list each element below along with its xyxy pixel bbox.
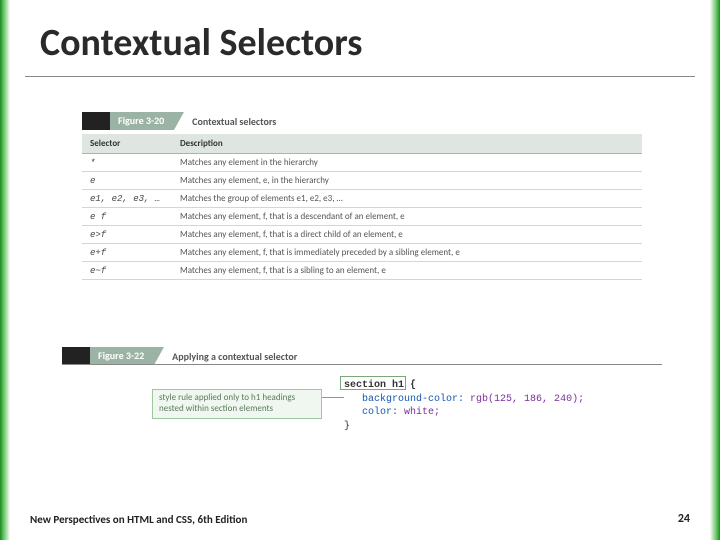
cell-selector: e>f (82, 226, 172, 244)
table-row: *Matches any element in the hierarchy (82, 154, 642, 172)
code-property: background-color: (362, 394, 464, 405)
figure-number: Figure 3-20 (110, 112, 174, 130)
footer-page-number: 24 (678, 512, 690, 526)
cell-description: Matches the group of elements e1, e2, e3… (172, 190, 642, 208)
left-accent-bar (0, 0, 10, 540)
cell-description: Matches any element, f, that is a descen… (172, 208, 642, 226)
code-value: white; (398, 407, 440, 418)
code-line: color: white; (344, 406, 584, 420)
callout-connector-line (322, 397, 344, 398)
cell-description: Matches any element in the hierarchy (172, 154, 642, 172)
figure-label-dark (82, 112, 110, 130)
code-line: background-color: rgb(125, 186, 240); (344, 393, 584, 407)
code-line: } (344, 420, 584, 434)
slide-title: Contextual Selectors (40, 20, 362, 66)
cell-selector: e (82, 172, 172, 190)
table-header-row: Selector Description (82, 134, 642, 154)
figure-number: Figure 3-22 (90, 347, 154, 364)
cell-description: Matches any element, f, that is immediat… (172, 244, 642, 262)
code-line: section h1 { (344, 379, 584, 393)
cell-description: Matches any element, f, that is a siblin… (172, 262, 642, 280)
callout-box: style rule applied only to h1 headings n… (152, 389, 322, 419)
figure-label-dark (62, 347, 90, 364)
code-block: section h1 { background-color: rgb(125, … (344, 379, 584, 433)
figure-3-20: Figure 3-20 Contextual selectors Selecto… (82, 112, 642, 280)
table-row: e>fMatches any element, f, that is a dir… (82, 226, 642, 244)
cell-description: Matches any element, e, in the hierarchy (172, 172, 642, 190)
figure-caption: Contextual selectors (184, 112, 276, 130)
figure-label-wedge (154, 347, 164, 365)
table-row: e1, e2, e3, …Matches the group of elemen… (82, 190, 642, 208)
cell-selector: e+f (82, 244, 172, 262)
cell-description: Matches any element, f, that is a direct… (172, 226, 642, 244)
cell-selector: * (82, 154, 172, 172)
code-value: rgb(125, 186, 240); (464, 394, 584, 405)
right-accent-bar (710, 0, 720, 540)
selectors-table: Selector Description *Matches any elemen… (82, 134, 642, 280)
figure-body: style rule applied only to h1 headings n… (62, 373, 662, 443)
table-row: e fMatches any element, f, that is a des… (82, 208, 642, 226)
cell-selector: e1, e2, e3, … (82, 190, 172, 208)
code-property: color: (362, 407, 398, 418)
figure-3-22: Figure 3-22 Applying a contextual select… (62, 347, 662, 443)
figure-label-wedge (174, 112, 184, 130)
table-row: e+fMatches any element, f, that is immed… (82, 244, 642, 262)
figure-caption: Applying a contextual selector (164, 347, 297, 364)
footer-book-title: New Perspectives on HTML and CSS, 6th Ed… (30, 513, 247, 526)
col-description: Description (172, 134, 642, 154)
title-divider (25, 76, 695, 77)
code-selector: section h1 { (344, 380, 416, 391)
table-row: e~fMatches any element, f, that is a sib… (82, 262, 642, 280)
code-brace: } (344, 421, 350, 432)
figure-label-bar: Figure 3-22 Applying a contextual select… (62, 347, 662, 365)
cell-selector: e~f (82, 262, 172, 280)
col-selector: Selector (82, 134, 172, 154)
table-row: eMatches any element, e, in the hierarch… (82, 172, 642, 190)
cell-selector: e f (82, 208, 172, 226)
figure-label-bar: Figure 3-20 Contextual selectors (82, 112, 642, 130)
